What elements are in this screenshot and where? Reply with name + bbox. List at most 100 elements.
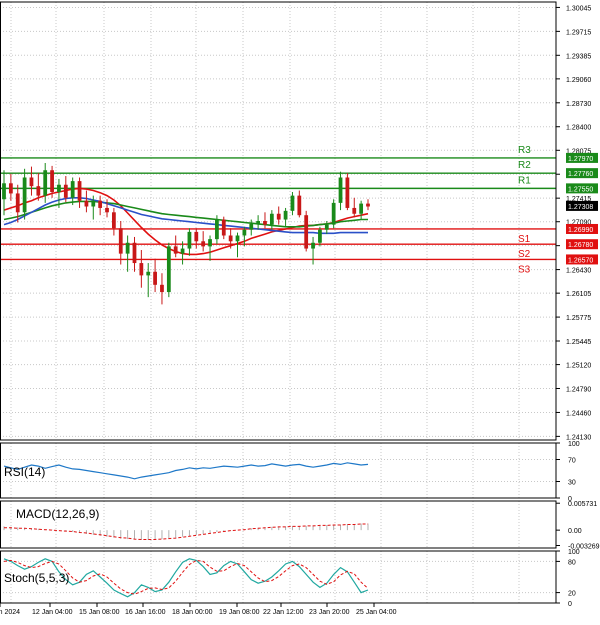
candle-body [338,177,343,203]
candle-body [132,242,137,264]
rsi-title: RSI(14) [4,465,45,479]
rsi-tick-label: 30 [568,480,576,487]
candle-body [345,177,350,208]
candle-body [269,213,274,225]
macd-title: MACD(12,26,9) [16,507,99,521]
candle-body [57,184,61,192]
price-tick-label: 1.24790 [566,387,591,394]
candle-body [111,212,116,229]
macd-tick-label: 0.00 [568,528,582,535]
candle-body [228,235,233,242]
level-label-r1: R1 [518,175,531,186]
candle-body [331,202,336,225]
candle-body [160,284,164,293]
candle-body [36,186,41,196]
level-price-label: 1.26990 [568,227,593,234]
price-tick-label: 1.30045 [566,5,591,12]
stoch-tick-label: 0 [568,601,572,608]
level-label-r2: R2 [518,160,531,171]
time-tick-label: 23 Jan 20:00 [309,609,350,616]
time-tick-label: 12 Jan 04:00 [32,609,73,616]
candle-body [139,263,144,276]
candle-body [70,181,75,198]
time-tick-label: 11 Jan 2024 [0,609,20,616]
candle-body [15,193,20,213]
candle-body [91,200,96,207]
candle-body [290,195,295,211]
candle-body [215,219,219,240]
candle-body [2,183,6,200]
candle-body [125,242,130,254]
stoch-tick-label: 100 [568,549,580,556]
candle-body [352,207,357,214]
level-price-label: 1.26780 [568,242,593,249]
candle-body [153,271,157,285]
candle-body [43,170,48,196]
candle-body [146,271,151,276]
candle-body [304,215,309,249]
candle-body [297,195,302,216]
candle-body [263,221,267,225]
last-price-label: 1.27308 [568,204,593,211]
time-tick-label: 15 Jan 08:00 [79,609,120,616]
candle-body [173,246,178,254]
stoch-title: Stoch(5,5,3) [4,571,69,585]
stoch-tick-label: 80 [568,559,576,566]
candle-body [318,229,322,243]
candle-body [359,203,364,214]
price-tick-label: 1.25120 [566,363,591,370]
time-tick-label: 25 Jan 04:00 [356,609,397,616]
price-tick-label: 1.24460 [566,410,591,417]
level-price-label: 1.27760 [568,171,593,178]
candle-body [311,242,315,249]
candle-body [166,246,171,293]
candle-body [29,177,34,187]
candle-body [118,228,123,254]
price-tick-label: 1.25445 [566,339,591,346]
level-price-label: 1.27970 [568,156,593,163]
price-tick-label: 1.29385 [566,53,591,60]
time-tick-label: 22 Jan 12:00 [263,609,304,616]
level-label-s1: S1 [518,234,531,245]
candle-body [98,200,103,208]
level-label-r3: R3 [518,145,531,156]
price-tick-label: 1.28400 [566,125,591,132]
price-tick-label: 1.29060 [566,77,591,84]
candle-body [276,213,281,220]
rsi-tick-label: 100 [568,441,580,448]
rsi-tick-label: 70 [568,458,576,465]
level-price-label: 1.27550 [568,186,593,193]
trading-chart[interactable]: R3 R2 R1 S1 S2 S3 1.30045 1.29715 1.29385 1.2906… [0,0,600,620]
candle-body [221,219,226,236]
candle-body [8,183,13,194]
candle-body [242,229,247,236]
level-label-s2: S2 [518,249,531,260]
price-tick-label: 1.26430 [566,268,591,275]
time-tick-label: 19 Jan 08:00 [219,609,260,616]
candle-body [105,207,109,213]
macd-tick-label: 0.005731 [568,501,597,508]
candle-body [22,177,27,213]
candle-body [63,184,68,198]
price-tick-label: 1.26105 [566,291,591,298]
candle-body [208,239,212,247]
candle-body [256,221,261,224]
time-tick-label: 18 Jan 00:00 [172,609,213,616]
candle-body [180,248,185,254]
price-tick-label: 1.28730 [566,101,591,108]
candle-body [201,241,206,247]
candle-body [324,224,329,230]
candle-body [77,181,82,201]
chart-canvas[interactable]: R3 R2 R1 S1 S2 S3 1.30045 1.29715 1.29385 1.2906… [0,0,600,620]
candle-body [194,231,199,242]
level-price-label: 1.26570 [568,257,593,264]
candle-body [366,203,370,207]
candle-body [283,210,288,220]
price-tick-label: 1.25775 [566,315,591,322]
price-tick-label: 1.29715 [566,29,591,36]
candle-body [235,235,240,242]
time-tick-label: 16 Jan 16:00 [125,609,166,616]
level-label-s3: S3 [518,264,531,275]
candle-body [84,200,89,207]
candle-body [187,231,192,249]
